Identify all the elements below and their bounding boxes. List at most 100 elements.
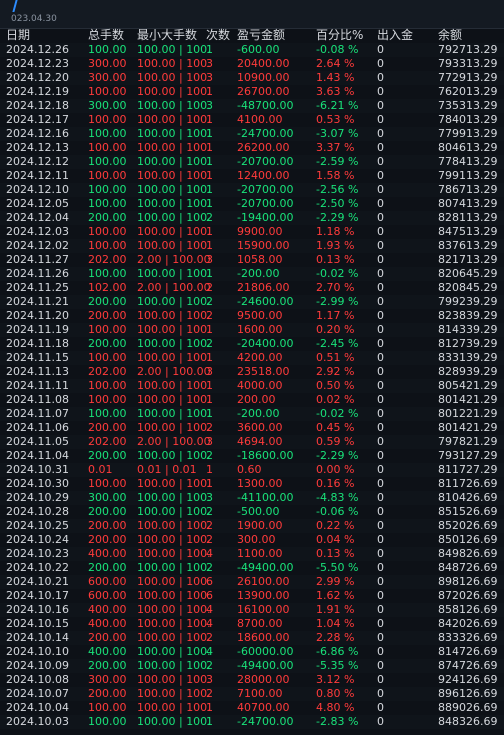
row-pnl: -41100.00 (237, 491, 294, 504)
table-row[interactable]: 2024.10.09 200.00 100.00 | 100.002 -49400.0… (0, 659, 504, 673)
row-min-max-lots: 100.00 | 100.00 (137, 533, 211, 546)
table-row[interactable]: 2024.11.18 200.00 100.00 | 100.002 -20400.0… (0, 337, 504, 351)
row-count: 1 (206, 239, 213, 252)
table-row[interactable]: 2024.12.19 100.00 100.00 | 100.001 26700.00… (0, 85, 504, 99)
table-row[interactable]: 2024.10.16 400.00 100.00 | 100.004 16100.00… (0, 603, 504, 617)
header-count: 次数 (206, 28, 231, 42)
table-row[interactable]: 2024.11.11 100.00 100.00 | 100.001 4000.00 0… (0, 379, 504, 393)
row-deposit-withdraw: 0 (377, 323, 384, 336)
row-total-lots: 100.00 (88, 155, 127, 168)
table-row[interactable]: 2024.12.17 100.00 100.00 | 100.001 4100.00 0… (0, 113, 504, 127)
row-count: 1 (206, 379, 213, 392)
row-total-lots: 100.00 (88, 701, 127, 714)
row-total-lots: 100.00 (88, 85, 127, 98)
row-pnl: 300.00 (237, 533, 276, 546)
table-row[interactable]: 2024.10.28 200.00 100.00 | 100.002 -500.00 -… (0, 505, 504, 519)
table-row[interactable]: 2024.12.16 100.00 100.00 | 100.001 -24700.0… (0, 127, 504, 141)
row-total-lots: 100.00 (88, 715, 127, 728)
row-deposit-withdraw: 0 (377, 127, 384, 140)
table-row[interactable]: 2024.12.18 300.00 100.00 | 100.003 -48700.0… (0, 99, 504, 113)
row-percent: 0.80 % (316, 687, 355, 700)
table-row[interactable]: 2024.12.04 200.00 100.00 | 100.002 -19400.0… (0, 211, 504, 225)
row-pnl: 20400.00 (237, 57, 290, 70)
row-total-lots: 200.00 (88, 659, 127, 672)
table-row[interactable]: 2024.11.27 202.00 2.00 | 100.00 3 1058.00 0.1… (0, 253, 504, 267)
row-date: 2024.11.07 (6, 407, 69, 420)
table-row[interactable]: 2024.10.14 200.00 100.00 | 100.002 18600.00… (0, 631, 504, 645)
table-row[interactable]: 2024.12.12 100.00 100.00 | 100.001 -20700.0… (0, 155, 504, 169)
table-row[interactable]: 2024.10.10 400.00 100.00 | 100.004 -60000.0… (0, 645, 504, 659)
row-pnl: 10900.00 (237, 71, 290, 84)
table-row[interactable]: 2024.10.23 400.00 100.00 | 100.004 1100.00 0… (0, 547, 504, 561)
table-row[interactable]: 2024.11.19 100.00 100.00 | 100.001 1600.00 0… (0, 323, 504, 337)
table-row[interactable]: 2024.10.03 100.00 100.00 | 100.001 -24700.0… (0, 715, 504, 729)
row-date: 2024.10.28 (6, 505, 69, 518)
row-percent: -2.29 % (316, 211, 359, 224)
table-row[interactable]: 2024.12.20 300.00 100.00 | 100.003 10900.00… (0, 71, 504, 85)
row-pnl: 16100.00 (237, 603, 290, 616)
row-deposit-withdraw: 0 (377, 183, 384, 196)
row-balance: 851526.69 (438, 505, 498, 518)
row-min-max-lots: 100.00 | 100.00 (137, 659, 211, 672)
table-row[interactable]: 2024.12.02 100.00 100.00 | 100.001 15900.00… (0, 239, 504, 253)
row-balance: 821713.29 (438, 253, 498, 266)
row-date: 2024.11.06 (6, 421, 69, 434)
row-date: 2024.10.14 (6, 631, 69, 644)
table-row[interactable]: 2024.11.20 200.00 100.00 | 100.002 9500.00 1… (0, 309, 504, 323)
table-row[interactable]: 2024.12.05 100.00 100.00 | 100.001 -20700.0… (0, 197, 504, 211)
table-row[interactable]: 2024.10.31 0.01 0.01 | 0.01 1 0.60 0.00 % 0 811… (0, 463, 504, 477)
table-row[interactable]: 2024.11.06 200.00 100.00 | 100.002 3600.00 0… (0, 421, 504, 435)
table-row[interactable]: 2024.10.17 600.00 100.00 | 100.006 13900.00… (0, 589, 504, 603)
row-pnl: 4200.00 (237, 351, 283, 364)
table-row[interactable]: 2024.12.10 100.00 100.00 | 100.001 -20700.0… (0, 183, 504, 197)
row-total-lots: 200.00 (88, 449, 127, 462)
row-pnl: -20700.00 (237, 183, 294, 196)
row-date: 2024.11.20 (6, 309, 69, 322)
row-min-max-lots: 100.00 | 100.00 (137, 449, 211, 462)
table-row[interactable]: 2024.10.22 200.00 100.00 | 100.002 -49400.0… (0, 561, 504, 575)
table-row[interactable]: 2024.11.13 202.00 2.00 | 100.00 3 23518.00 2.… (0, 365, 504, 379)
row-date: 2024.12.12 (6, 155, 69, 168)
row-pnl: -24600.00 (237, 295, 294, 308)
row-date: 2024.10.10 (6, 645, 69, 658)
row-total-lots: 200.00 (88, 295, 127, 308)
table-row[interactable]: 2024.10.04 100.00 100.00 | 100.001 40700.00… (0, 701, 504, 715)
row-min-max-lots: 2.00 | 100.00 (137, 365, 211, 378)
row-pnl: 4100.00 (237, 113, 283, 126)
row-min-max-lots: 100.00 | 100.00 (137, 477, 211, 490)
table-row[interactable]: 2024.11.08 100.00 100.00 | 100.001 200.00 0.… (0, 393, 504, 407)
table-row[interactable]: 2024.10.24 200.00 100.00 | 100.002 300.00 0.… (0, 533, 504, 547)
row-deposit-withdraw: 0 (377, 337, 384, 350)
table-row[interactable]: 2024.11.15 100.00 100.00 | 100.001 4200.00 0… (0, 351, 504, 365)
table-row[interactable]: 2024.11.04 200.00 100.00 | 100.002 -18600.0… (0, 449, 504, 463)
table-row[interactable]: 2024.12.23 300.00 100.00 | 100.003 20400.00… (0, 57, 504, 71)
table-row[interactable]: 2024.10.08 300.00 100.00 | 100.003 28000.00… (0, 673, 504, 687)
row-date: 2024.10.25 (6, 519, 69, 532)
table-row[interactable]: 2024.10.29 300.00 100.00 | 100.003 -41100.0… (0, 491, 504, 505)
row-date: 2024.10.29 (6, 491, 69, 504)
row-count: 6 (206, 589, 213, 602)
row-count: 1 (206, 141, 213, 154)
table-row[interactable]: 2024.11.05 202.00 2.00 | 100.00 3 4694.00 0.5… (0, 435, 504, 449)
table-row[interactable]: 2024.11.26 100.00 100.00 | 100.001 -200.00 -… (0, 267, 504, 281)
row-deposit-withdraw: 0 (377, 659, 384, 672)
row-pnl: -200.00 (237, 407, 280, 420)
row-count: 1 (206, 323, 213, 336)
table-row[interactable]: 2024.12.13 100.00 100.00 | 100.001 26200.00… (0, 141, 504, 155)
table-row[interactable]: 2024.11.25 102.00 2.00 | 100.00 2 21806.00 2.… (0, 281, 504, 295)
table-row[interactable]: 2024.11.07 100.00 100.00 | 100.001 -200.00 -… (0, 407, 504, 421)
table-row[interactable]: 2024.12.03 100.00 100.00 | 100.001 9900.00 1… (0, 225, 504, 239)
row-min-max-lots: 100.00 | 100.00 (137, 155, 211, 168)
row-balance: 799239.29 (438, 295, 498, 308)
table-row[interactable]: 2024.11.21 200.00 100.00 | 100.002 -24600.0… (0, 295, 504, 309)
row-min-max-lots: 2.00 | 100.00 (137, 281, 211, 294)
table-row[interactable]: 2024.10.21 600.00 100.00 | 100.006 26100.00… (0, 575, 504, 589)
table-row[interactable]: 2024.10.15 400.00 100.00 | 100.004 8700.00 1… (0, 617, 504, 631)
table-row[interactable]: 2024.12.26 100.00 100.00 | 100.001 -600.00 -… (0, 43, 504, 57)
row-date: 2024.11.21 (6, 295, 69, 308)
table-row[interactable]: 2024.10.07 200.00 100.00 | 100.002 7100.00 0… (0, 687, 504, 701)
row-balance: 898126.69 (438, 575, 498, 588)
table-row[interactable]: 2024.10.30 100.00 100.00 | 100.001 1300.00 0… (0, 477, 504, 491)
table-row[interactable]: 2024.12.11 100.00 100.00 | 100.001 12400.00… (0, 169, 504, 183)
table-row[interactable]: 2024.10.25 200.00 100.00 | 100.002 1900.00 0… (0, 519, 504, 533)
